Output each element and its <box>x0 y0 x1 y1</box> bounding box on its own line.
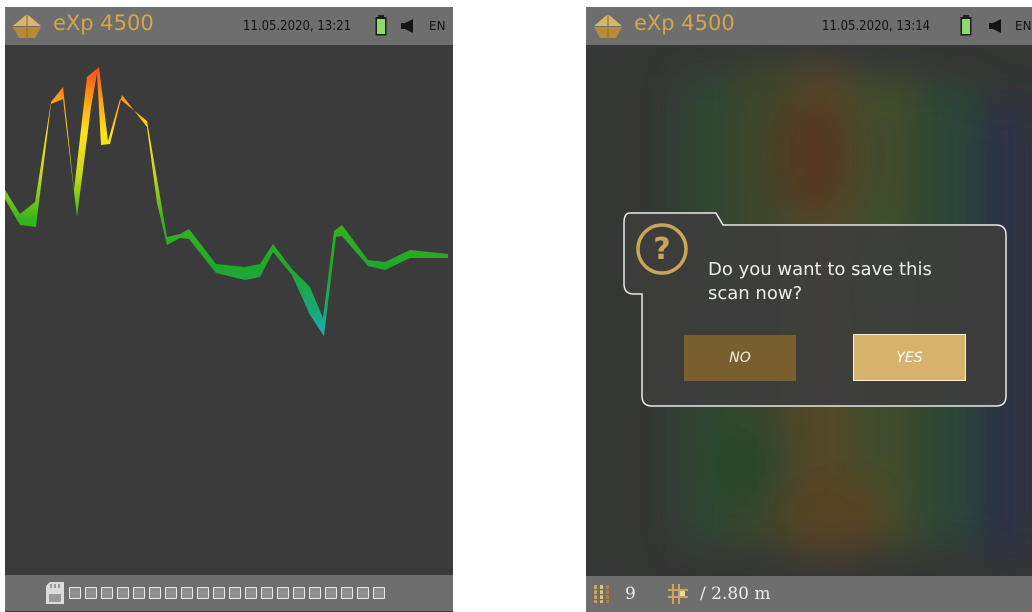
scan-area-icon <box>668 584 688 604</box>
progress-box <box>309 587 321 599</box>
scan-length: / 2.80 m <box>700 584 771 604</box>
progress-box <box>341 587 353 599</box>
left-device-screen: eXp 4500 11.05.2020, 13:21 EN <box>5 7 453 612</box>
progress-box <box>85 587 97 599</box>
save-dialog <box>623 212 1007 407</box>
signal-ribbon <box>5 67 448 336</box>
progress-box <box>357 587 369 599</box>
progress-box <box>245 587 257 599</box>
svg-text:?: ? <box>653 232 670 267</box>
signal-graph <box>5 67 448 336</box>
progress-box <box>229 587 241 599</box>
no-button[interactable]: NO <box>684 335 796 381</box>
progress-box <box>149 587 161 599</box>
bottom-status-bar: 9 / 2.80 m <box>586 576 1032 612</box>
dialog-message-line1: Do you want to save this <box>708 259 932 280</box>
progress-box <box>325 587 337 599</box>
progress-box <box>373 587 385 599</box>
progress-box <box>117 587 129 599</box>
progress-box <box>197 587 209 599</box>
dialog-message-line2: scan now? <box>708 283 803 304</box>
progress-box <box>213 587 225 599</box>
right-device-screen: eXp 4500 11.05.2020, 13:14 EN ? Do you w… <box>586 7 1032 612</box>
progress-box <box>165 587 177 599</box>
progress-box <box>133 587 145 599</box>
progress-box <box>261 587 273 599</box>
dialog-message: Do you want to save this scan now? <box>708 258 1008 306</box>
question-icon: ? <box>636 223 688 275</box>
grid-lines-icon <box>592 585 612 603</box>
progress-box <box>293 587 305 599</box>
progress-box <box>181 587 193 599</box>
progress-box <box>69 587 81 599</box>
memory-progress-indicator <box>69 587 385 599</box>
sd-card-icon <box>46 582 64 604</box>
yes-button[interactable]: YES <box>853 334 966 381</box>
bottom-status-bar <box>5 575 453 611</box>
progress-box <box>101 587 113 599</box>
scan-line-count: 9 <box>625 584 636 604</box>
progress-box <box>277 587 289 599</box>
